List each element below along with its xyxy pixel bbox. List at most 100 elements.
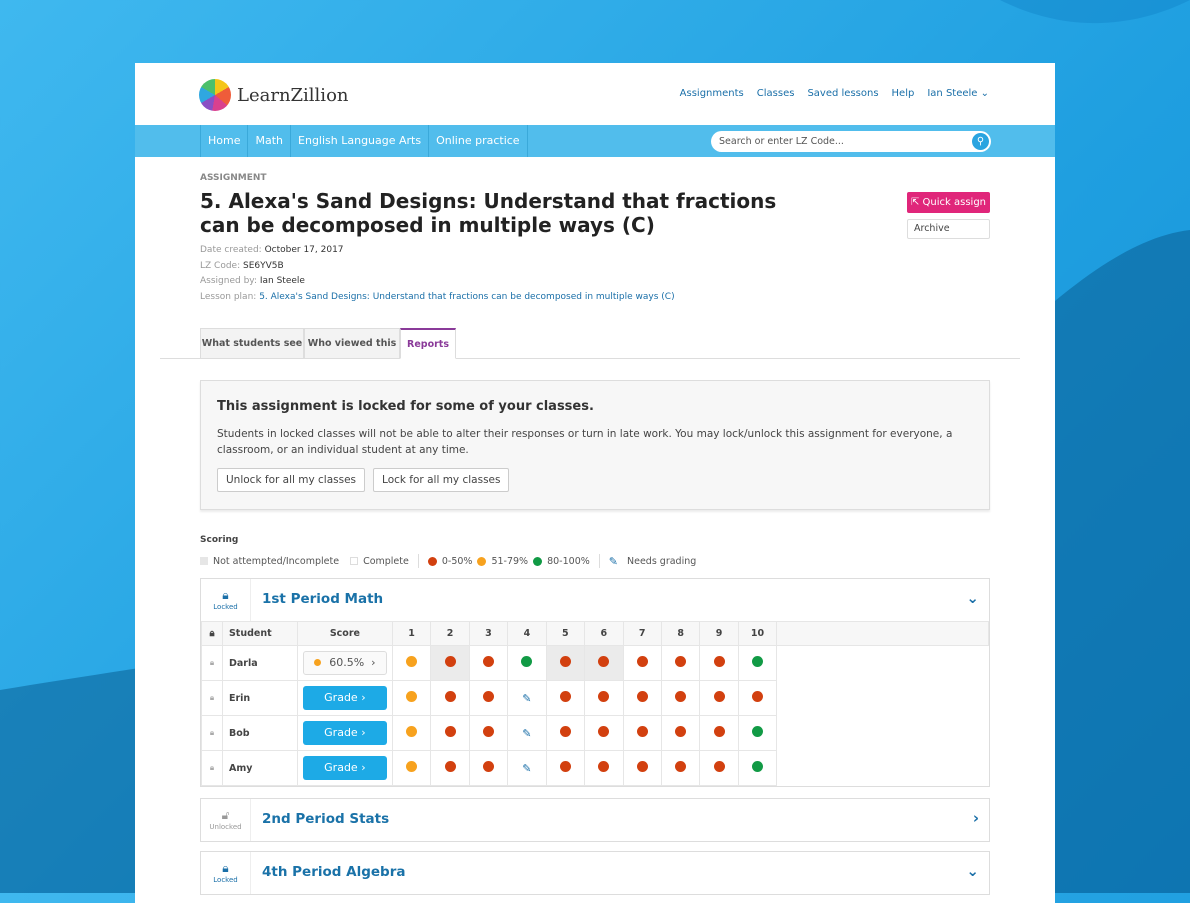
chevron-down-icon[interactable]: ⌄ (966, 862, 979, 880)
nav-help[interactable]: Help (892, 88, 915, 99)
student-header[interactable]: Student (221, 621, 298, 646)
lock-status[interactable]: Locked (213, 876, 237, 884)
question-header[interactable]: 5 (545, 621, 586, 646)
question-cell[interactable] (391, 680, 432, 716)
grade-button[interactable]: Grade › (302, 721, 387, 745)
question-cell[interactable] (507, 645, 547, 681)
question-cell[interactable] (468, 715, 509, 751)
score-dot-g (752, 726, 764, 737)
lock-notice-title: This assignment is locked for some of yo… (217, 399, 594, 414)
score-dot-r (636, 761, 648, 772)
student-lock-icon[interactable]: 🔒︎ (201, 715, 223, 751)
logo[interactable]: LearnZillion (199, 79, 349, 111)
question-header[interactable]: 10 (737, 621, 778, 646)
tab-what-students-see[interactable]: What students see (200, 328, 304, 359)
question-cell[interactable] (622, 750, 662, 786)
question-cell[interactable] (737, 750, 778, 786)
question-cell[interactable] (699, 680, 739, 716)
nav-saved-lessons[interactable]: Saved lessons (807, 88, 878, 99)
question-header[interactable]: 1 (391, 621, 432, 646)
orange-dot-icon (477, 556, 487, 566)
question-cell[interactable] (622, 715, 662, 751)
question-cell[interactable] (391, 645, 432, 681)
nav-ela[interactable]: English Language Arts (291, 125, 430, 157)
student-lock-icon[interactable]: 🔒︎ (201, 680, 223, 716)
student-lock-icon[interactable]: 🔒︎ (201, 750, 223, 786)
question-cell[interactable] (430, 715, 470, 751)
question-cell[interactable] (699, 715, 739, 751)
question-cell[interactable] (622, 645, 662, 681)
question-cell[interactable] (699, 750, 739, 786)
score-dot-r (713, 726, 725, 737)
question-cell[interactable] (737, 715, 778, 751)
question-cell[interactable] (468, 645, 509, 681)
nav-home[interactable]: Home (201, 125, 249, 157)
class-header[interactable]: 🔒︎ Locked 1st Period Math ⌄ (201, 579, 989, 621)
chevron-right-icon[interactable]: › (973, 809, 979, 827)
grade-button[interactable]: Grade › (302, 686, 387, 710)
question-cell[interactable] (545, 645, 586, 681)
navbar: Home Math English Language Arts Online p… (135, 125, 1055, 157)
question-header[interactable]: 4 (507, 621, 547, 646)
nav-online-practice[interactable]: Online practice (429, 125, 528, 157)
question-cell[interactable] (699, 645, 739, 681)
question-cell[interactable] (737, 680, 778, 716)
question-cell[interactable]: ✎ (507, 680, 547, 716)
question-cell[interactable] (660, 680, 701, 716)
question-cell[interactable] (660, 750, 701, 786)
question-cell[interactable] (545, 715, 586, 751)
search-input[interactable]: Search or enter LZ Code... ⚲ (711, 131, 991, 152)
code-value: SE6YV5B (243, 260, 284, 271)
question-cell[interactable] (391, 715, 432, 751)
user-menu[interactable]: Ian Steele ⌄ (927, 88, 989, 99)
question-cell[interactable] (584, 715, 624, 751)
question-header[interactable]: 6 (584, 621, 624, 646)
lock-status[interactable]: Locked (213, 603, 237, 611)
score-header[interactable]: Score (296, 621, 393, 646)
archive-button[interactable]: Archive (907, 219, 990, 239)
question-cell[interactable] (430, 750, 470, 786)
score-dot-r (598, 726, 610, 737)
search-icon[interactable]: ⚲ (972, 133, 989, 150)
tab-reports[interactable]: Reports (400, 328, 456, 359)
question-header[interactable]: 3 (468, 621, 509, 646)
question-cell[interactable] (737, 645, 778, 681)
quick-assign-button[interactable]: ⇱ Quick assign (907, 192, 990, 213)
nav-assignments[interactable]: Assignments (680, 88, 744, 99)
question-cell[interactable] (584, 750, 624, 786)
nav-classes[interactable]: Classes (757, 88, 795, 99)
question-cell[interactable] (430, 645, 470, 681)
question-header[interactable]: 7 (622, 621, 662, 646)
question-cell[interactable] (545, 680, 586, 716)
question-cell[interactable] (622, 680, 662, 716)
score-dot-r (444, 726, 456, 737)
chevron-down-icon[interactable]: ⌄ (966, 589, 979, 607)
question-header[interactable]: 9 (699, 621, 739, 646)
question-cell[interactable] (468, 750, 509, 786)
grade-button[interactable]: Grade › (302, 756, 387, 780)
question-cell[interactable]: ✎ (507, 715, 547, 751)
question-cell[interactable] (660, 715, 701, 751)
question-cell[interactable] (660, 645, 701, 681)
question-cell[interactable] (430, 680, 470, 716)
unlock-all-button[interactable]: Unlock for all my classes (217, 468, 366, 492)
class-header[interactable]: 🔓︎ Unlocked 2nd Period Stats › (201, 799, 989, 841)
lock-all-button[interactable]: Lock for all my classes (373, 468, 510, 492)
question-cell[interactable] (545, 750, 586, 786)
nav-math[interactable]: Math (248, 125, 292, 157)
question-header[interactable]: 2 (430, 621, 470, 646)
question-cell[interactable] (468, 680, 509, 716)
lock-status[interactable]: Unlocked (209, 823, 241, 831)
class-header[interactable]: 🔒︎ Locked 4th Period Algebra ⌄ (201, 852, 989, 894)
score-dot-r (752, 691, 764, 702)
question-header[interactable]: 8 (660, 621, 701, 646)
lesson-plan-link[interactable]: 5. Alexa's Sand Designs: Understand that… (259, 292, 674, 302)
tab-who-viewed[interactable]: Who viewed this (304, 328, 400, 359)
student-lock-icon[interactable]: 🔒︎ (201, 645, 223, 681)
question-cell[interactable] (584, 680, 624, 716)
question-cell[interactable] (391, 750, 432, 786)
class-panel-2nd-period: 🔓︎ Unlocked 2nd Period Stats › (200, 798, 990, 842)
question-cell[interactable] (584, 645, 624, 681)
question-cell[interactable]: ✎ (507, 750, 547, 786)
score-button[interactable]: 60.5% › (302, 651, 387, 675)
